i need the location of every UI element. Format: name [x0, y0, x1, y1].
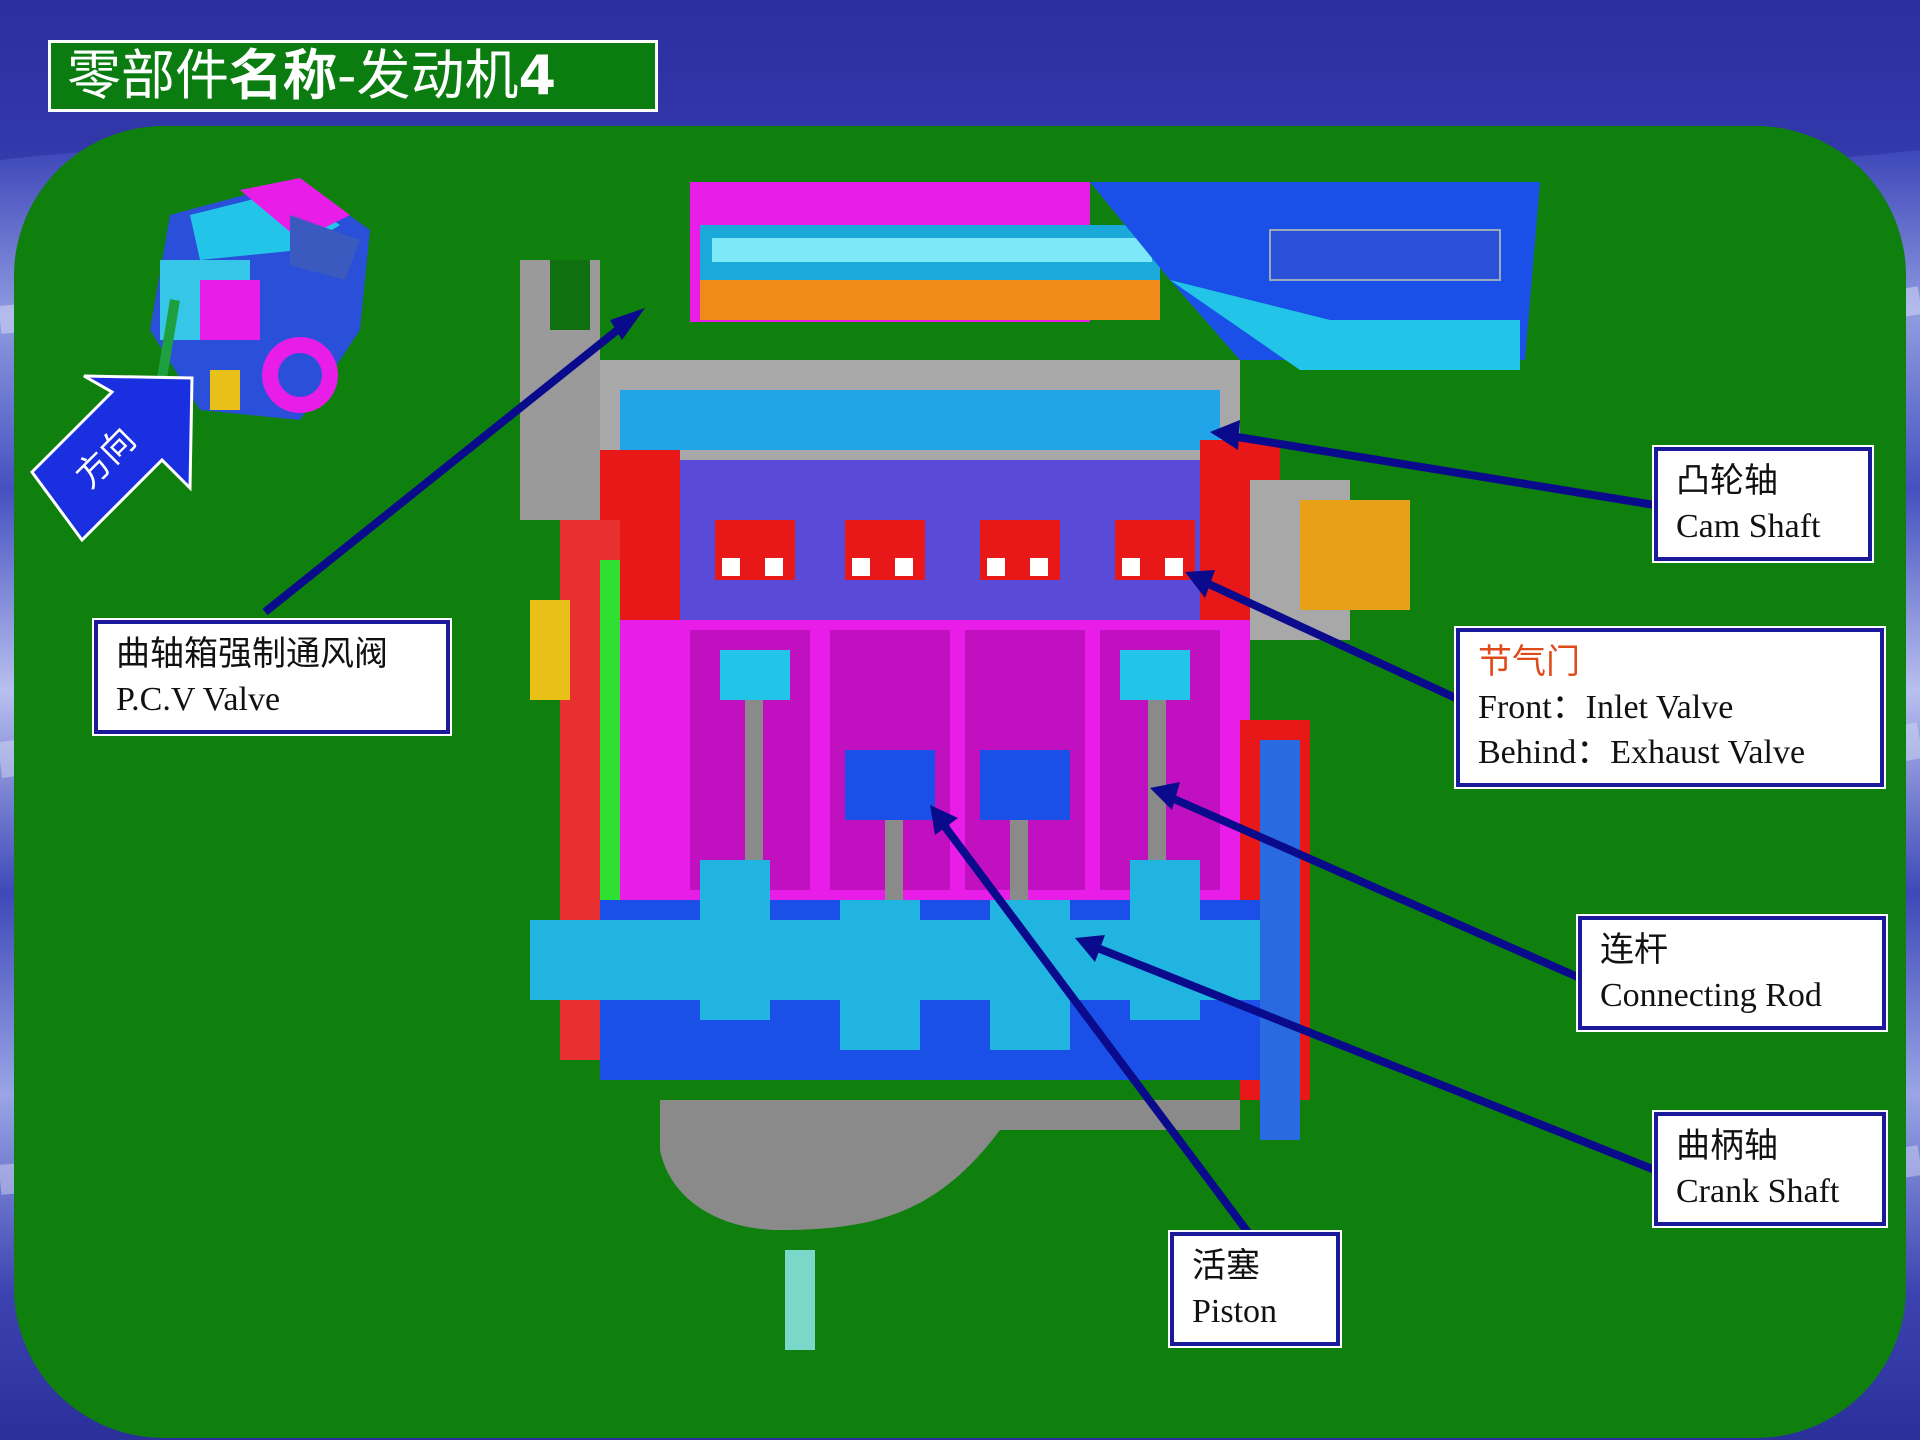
label-connecting-rod: 连杆 Connecting Rod [1576, 914, 1888, 1032]
throttle-behind: Behind：Exhaust Valve [1478, 734, 1806, 771]
throttle-front: Front：Inlet Valve [1478, 689, 1734, 726]
pcv-valve-en: P.C.V Valve [116, 681, 281, 718]
connecting-rod-zh: 连杆 [1600, 932, 1668, 969]
label-pcv-valve: 曲轴箱强制通风阀 P.C.V Valve [92, 618, 452, 736]
crank-shaft-zh: 曲柄轴 [1676, 1128, 1778, 1165]
pcv-valve-zh: 曲轴箱强制通风阀 [116, 636, 388, 673]
crank-shaft-en: Crank Shaft [1676, 1173, 1840, 1210]
connecting-rod-en: Connecting Rod [1600, 977, 1822, 1014]
cam-shaft-zh: 凸轮轴 [1676, 463, 1778, 500]
throttle-zh: 节气门 [1478, 644, 1580, 681]
piston-zh: 活塞 [1192, 1248, 1260, 1285]
piston-en: Piston [1192, 1293, 1278, 1330]
label-cam-shaft: 凸轮轴 Cam Shaft [1652, 445, 1874, 563]
label-throttle-valve: 节气门 Front：Inlet Valve Behind：Exhaust Val… [1454, 626, 1886, 789]
label-crank-shaft: 曲柄轴 Crank Shaft [1652, 1110, 1888, 1228]
cam-shaft-en: Cam Shaft [1676, 508, 1821, 545]
engine-cutaway [520, 182, 1540, 1350]
label-piston: 活塞 Piston [1168, 1230, 1342, 1348]
